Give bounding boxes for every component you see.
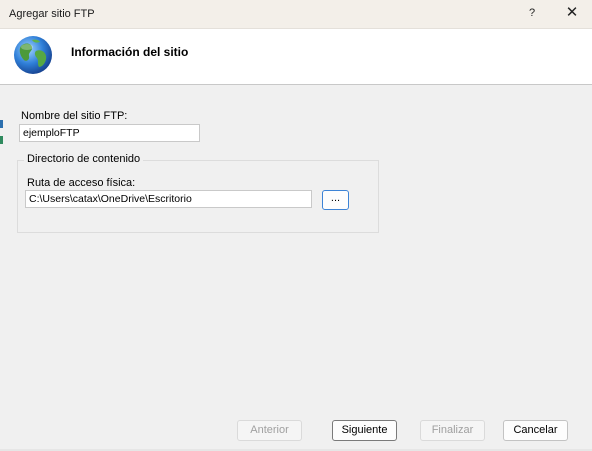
wizard-header: Información del sitio bbox=[0, 29, 592, 85]
content-directory-legend: Directorio de contenido bbox=[24, 153, 144, 165]
finish-button[interactable]: Finalizar bbox=[420, 420, 485, 441]
site-name-field[interactable]: ejemploFTP bbox=[19, 124, 200, 142]
browse-button[interactable]: ... bbox=[322, 190, 349, 210]
next-button[interactable]: Siguiente bbox=[332, 420, 397, 441]
help-button[interactable]: ? bbox=[518, 0, 546, 28]
physical-path-field[interactable]: C:\Users\catax\OneDrive\Escritorio bbox=[25, 190, 312, 208]
close-button[interactable]: ✕ bbox=[556, 0, 588, 28]
page-title: Información del sitio bbox=[71, 45, 189, 59]
site-name-label: Nombre del sitio FTP: bbox=[21, 110, 128, 122]
background-edge-marker bbox=[0, 120, 3, 128]
title-bar: Agregar sitio FTP ? ✕ bbox=[0, 0, 592, 29]
background-edge-marker bbox=[0, 136, 3, 144]
physical-path-label: Ruta de acceso física: bbox=[27, 177, 136, 189]
cancel-button[interactable]: Cancelar bbox=[503, 420, 568, 441]
window-title: Agregar sitio FTP bbox=[9, 8, 95, 20]
globe-icon bbox=[14, 36, 52, 74]
previous-button[interactable]: Anterior bbox=[237, 420, 302, 441]
